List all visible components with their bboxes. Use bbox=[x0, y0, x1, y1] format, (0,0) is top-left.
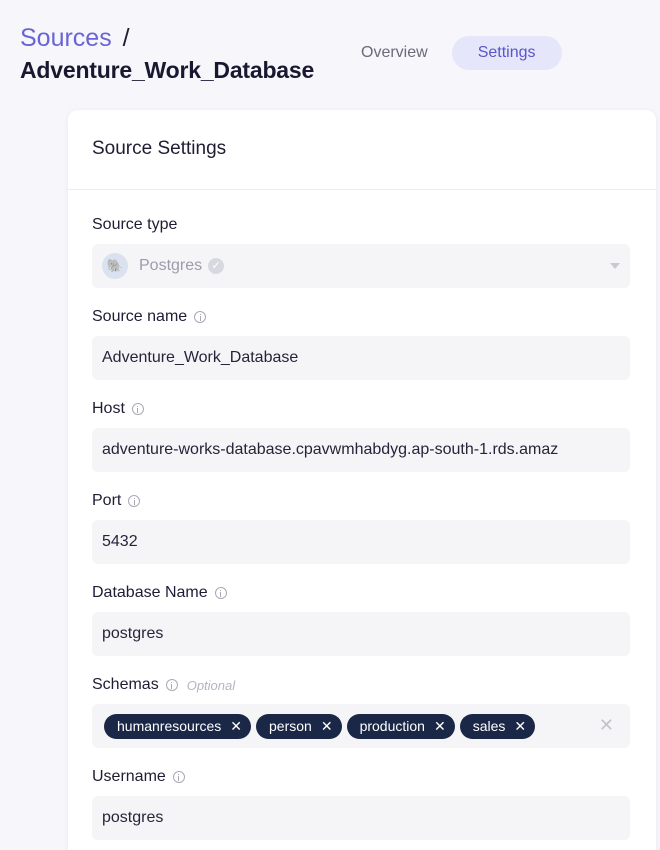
breadcrumb: Sources / bbox=[20, 22, 314, 54]
database-name-label: Database Name bbox=[92, 584, 208, 601]
port-label: Port bbox=[92, 492, 122, 509]
chevron-down-icon[interactable] bbox=[610, 263, 620, 269]
optional-hint: Optional bbox=[186, 677, 236, 693]
verified-check-icon: ✓ bbox=[208, 258, 225, 274]
info-icon[interactable] bbox=[214, 587, 227, 599]
info-icon[interactable] bbox=[172, 771, 185, 783]
schema-tag: production ✕ bbox=[346, 713, 455, 739]
remove-tag-icon[interactable]: ✕ bbox=[514, 718, 526, 735]
page-title: Adventure_Work_Database bbox=[20, 57, 315, 83]
schema-tag-label: production bbox=[359, 718, 425, 734]
tab-overview[interactable]: Overview bbox=[343, 36, 446, 70]
schema-tag-label: humanresources bbox=[117, 718, 222, 734]
schema-tag: person ✕ bbox=[256, 713, 342, 739]
breadcrumb-sources-link[interactable]: Sources bbox=[20, 24, 112, 52]
source-type-label: Source type bbox=[92, 216, 178, 233]
schema-tag-label: person bbox=[269, 718, 312, 734]
tab-bar: Overview Settings bbox=[343, 36, 562, 70]
database-name-field: Database Name postgres bbox=[92, 582, 630, 656]
username-input[interactable]: postgres bbox=[92, 796, 630, 840]
source-settings-card: Source Settings Source type 🐘 Postgres ✓… bbox=[68, 110, 656, 850]
port-field: Port 5432 bbox=[92, 490, 630, 564]
tab-settings[interactable]: Settings bbox=[451, 36, 562, 70]
source-type-value: Postgres bbox=[139, 257, 203, 274]
card-title: Source Settings bbox=[92, 138, 227, 159]
info-icon[interactable] bbox=[128, 495, 141, 507]
port-input[interactable]: 5432 bbox=[92, 520, 630, 564]
host-field: Host adventure-works-database.cpavwmhabd… bbox=[92, 398, 630, 472]
source-name-input[interactable]: Adventure_Work_Database bbox=[92, 336, 630, 380]
info-icon[interactable] bbox=[194, 311, 207, 323]
settings-form: Source type 🐘 Postgres ✓ Source name Adv… bbox=[68, 190, 656, 840]
schema-tag: sales ✕ bbox=[459, 713, 536, 739]
remove-tag-icon[interactable]: ✕ bbox=[230, 718, 242, 735]
card-header: Source Settings bbox=[68, 110, 656, 190]
remove-tag-icon[interactable]: ✕ bbox=[321, 718, 333, 735]
postgres-elephant-icon: 🐘 bbox=[102, 253, 128, 279]
source-type-field: Source type 🐘 Postgres ✓ bbox=[92, 214, 630, 288]
source-type-select[interactable]: 🐘 Postgres ✓ bbox=[92, 244, 630, 288]
username-label: Username bbox=[92, 768, 166, 785]
host-label: Host bbox=[92, 400, 125, 417]
info-icon[interactable] bbox=[165, 679, 178, 691]
source-name-label: Source name bbox=[92, 308, 188, 325]
schemas-multiselect[interactable]: humanresources ✕ person ✕ production ✕ sale… bbox=[92, 704, 630, 748]
info-icon[interactable] bbox=[131, 403, 144, 415]
database-name-input[interactable]: postgres bbox=[92, 612, 630, 656]
page-header: Sources / Adventure_Work_Database bbox=[20, 22, 314, 86]
schemas-label: Schemas bbox=[92, 676, 159, 693]
source-name-field: Source name Adventure_Work_Database bbox=[92, 306, 630, 380]
schema-tag: humanresources ✕ bbox=[104, 713, 252, 739]
remove-tag-icon[interactable]: ✕ bbox=[434, 718, 446, 735]
schema-tag-label: sales bbox=[472, 718, 506, 734]
schemas-field: Schemas Optional humanresources ✕ person ✕… bbox=[92, 674, 630, 748]
username-field: Username postgres bbox=[92, 766, 630, 840]
clear-all-icon[interactable]: ✕ bbox=[599, 715, 614, 736]
breadcrumb-separator: / bbox=[122, 24, 130, 52]
host-input[interactable]: adventure-works-database.cpavwmhabdyg.ap… bbox=[92, 428, 630, 472]
